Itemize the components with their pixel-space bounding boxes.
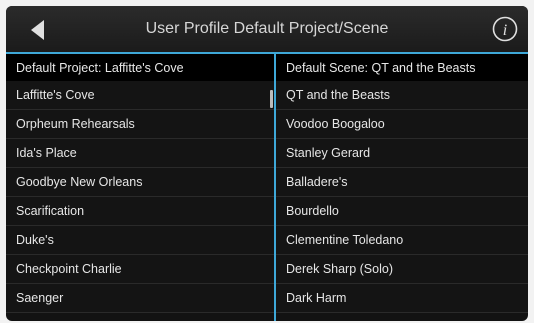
project-list-item[interactable]: Checkpoint Charlie (6, 255, 274, 284)
project-list-item[interactable]: Saenger (6, 284, 274, 313)
project-list-item[interactable]: Scarification (6, 197, 274, 226)
info-icon: i (492, 16, 518, 42)
project-list-item[interactable]: Duke's (6, 226, 274, 255)
app-window: User Profile Default Project/Scene i Def… (6, 6, 528, 321)
scene-list-item[interactable]: Dark Harm (276, 284, 528, 313)
scene-list-item[interactable]: Balladere's (276, 168, 528, 197)
default-scene-header: Default Scene: QT and the Beasts (276, 52, 528, 81)
info-button[interactable]: i (492, 16, 518, 42)
scene-list: Default Scene: QT and the Beasts QT and … (276, 52, 528, 321)
scene-list-item[interactable]: Voodoo Boogaloo (276, 110, 528, 139)
scene-list-item[interactable]: Clementine Toledano (276, 226, 528, 255)
scene-list-item[interactable]: Derek Sharp (Solo) (276, 255, 528, 284)
project-list-item[interactable]: Goodbye New Orleans (6, 168, 274, 197)
page-title: User Profile Default Project/Scene (145, 20, 389, 37)
scene-list-item[interactable]: QT and the Beasts (276, 81, 528, 110)
default-project-header: Default Project: Laffitte's Cove (6, 52, 274, 81)
title-bar: User Profile Default Project/Scene i (6, 6, 528, 52)
project-list-item[interactable]: Orpheum Rehearsals (6, 110, 274, 139)
project-list-item[interactable]: Ida's Place (6, 139, 274, 168)
svg-text:i: i (503, 22, 507, 39)
project-list-scrollbar[interactable] (270, 90, 273, 108)
project-list-item[interactable]: Laffitte's Cove (6, 81, 274, 110)
project-list: Default Project: Laffitte's Cove Laffitt… (6, 52, 276, 321)
scene-list-item[interactable]: Bourdello (276, 197, 528, 226)
scene-list-item[interactable]: Stanley Gerard (276, 139, 528, 168)
